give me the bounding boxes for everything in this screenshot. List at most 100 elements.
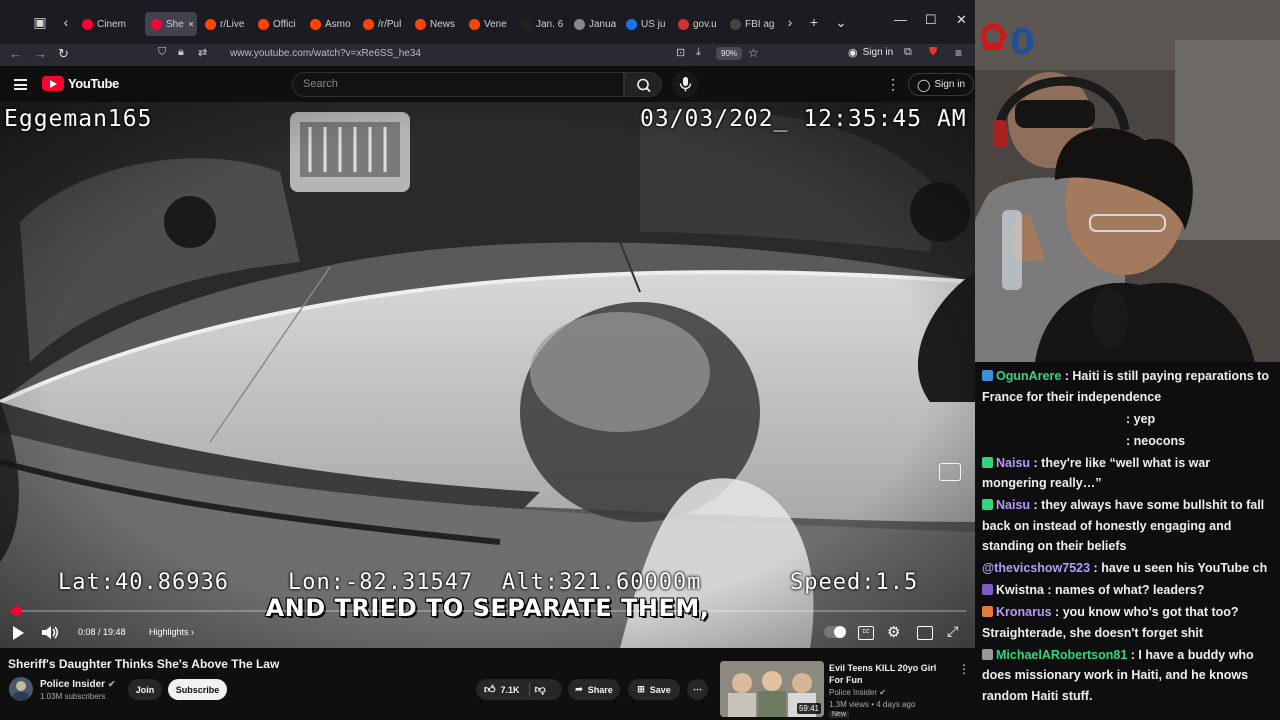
back-icon[interactable]: ← — [9, 46, 22, 61]
browser-signin-button[interactable]: ◉ Sign in — [848, 46, 893, 59]
browser-tab[interactable]: Jan. 6 — [521, 12, 569, 36]
play-icon[interactable] — [12, 626, 25, 640]
close-window-icon[interactable]: ✕ — [956, 12, 967, 28]
bookmark-star-icon[interactable]: ☆ — [748, 46, 759, 60]
captions-icon[interactable]: cc — [858, 626, 874, 640]
tab-favicon-icon — [363, 18, 374, 30]
voice-search-button[interactable] — [672, 71, 699, 98]
more-actions-icon[interactable]: ⋯ — [687, 679, 708, 700]
shield-icon[interactable]: ⛉ — [158, 46, 166, 59]
thumbs-down-icon[interactable]: 👎︎ — [535, 683, 546, 696]
scroll-tabs-left-icon[interactable]: ‹ — [56, 12, 76, 32]
lock-icon[interactable]: 🔒︎ — [178, 46, 184, 59]
browser-tab[interactable]: /r/Pul — [363, 12, 411, 36]
recommended-kebab-icon[interactable]: ⋮ — [958, 662, 970, 676]
ublock-icon[interactable]: ⛊ — [929, 46, 937, 59]
chat-username[interactable]: MichaelARobertson81 — [996, 648, 1127, 662]
subscribe-button[interactable]: Subscribe — [168, 679, 227, 700]
video-info: Sheriff's Daughter Thinks She's Above Th… — [0, 648, 975, 720]
time-total: 19:48 — [103, 627, 126, 637]
forward-icon[interactable]: → — [34, 46, 47, 61]
tab-label: gov.u — [693, 18, 717, 30]
join-button[interactable]: Join — [128, 679, 162, 700]
save-page-icon[interactable]: ⤓ — [696, 46, 701, 59]
browser-tab[interactable]: She ✕ — [145, 12, 197, 36]
tab-label: Jan. 6 — [536, 18, 564, 30]
time-display: 0:08 / 19:48 — [78, 627, 126, 637]
new-tab-icon[interactable]: + — [804, 12, 824, 32]
chat-username[interactable]: OgunArere — [996, 369, 1061, 383]
tab-list-chevron-icon[interactable]: ⌄ — [831, 12, 851, 32]
chat-separator: : — [1126, 411, 1134, 426]
tab-label: r/Live — [220, 18, 245, 30]
search-button[interactable] — [624, 72, 662, 97]
permissions-icon[interactable]: ⇄ — [198, 46, 207, 59]
channel-avatar[interactable] — [9, 677, 33, 701]
url-field[interactable]: www.youtube.com/watch?v=xRe6SS_he34 — [230, 48, 421, 59]
save-button[interactable]: ⊞ Save — [628, 679, 680, 700]
chat-username[interactable]: Kronarus — [996, 605, 1052, 619]
settings-gear-icon[interactable]: ⚙ — [887, 623, 900, 641]
volume-icon[interactable] — [42, 625, 59, 640]
zoom-level[interactable]: 90% — [716, 47, 743, 60]
chat-username[interactable]: Naisu — [996, 498, 1030, 512]
recommended-title[interactable]: Evil Teens KILL 20yo Girl For Fun — [829, 662, 953, 686]
browser-tab[interactable]: Janua — [574, 12, 622, 36]
share-button[interactable]: ➦ Share — [568, 679, 620, 700]
close-tab-icon[interactable]: ✕ — [188, 20, 195, 29]
browser-tab[interactable]: Offici — [258, 12, 306, 36]
minimize-icon[interactable]: — — [894, 12, 907, 27]
miniplayer-icon[interactable] — [939, 463, 961, 481]
user-circle-icon: ◯ — [917, 77, 931, 92]
browser-tab[interactable]: r/Live — [205, 12, 253, 36]
extensions-icon[interactable]: ⧉ — [904, 46, 912, 59]
cam-counter: 0 — [1010, 22, 1036, 63]
chapter-button[interactable]: Highlights › — [149, 627, 194, 637]
chat-separator: : — [1126, 433, 1134, 448]
menu-icon[interactable]: ≡ — [955, 46, 962, 60]
settings-kebab-icon[interactable]: ⋮ — [886, 76, 900, 93]
tab-favicon-icon — [678, 18, 689, 30]
scroll-tabs-right-icon[interactable]: › — [780, 12, 800, 32]
chat-badge-icon — [982, 456, 993, 468]
hamburger-menu-icon[interactable] — [14, 79, 27, 90]
recommended-channel-label: Police Insider — [829, 688, 878, 697]
screenshot-icon[interactable]: ⊡ — [676, 46, 685, 59]
time-separator: / — [95, 627, 104, 637]
progress-bar[interactable] — [10, 606, 966, 616]
youtube-signin-label: Sign in — [934, 79, 966, 90]
maximize-icon[interactable]: ☐ — [925, 12, 937, 28]
osd-speed: Speed:1.5 — [790, 570, 919, 595]
browser-tab[interactable]: gov.u — [678, 12, 726, 36]
browser-tab[interactable]: Vene — [469, 12, 517, 36]
osd-username: Eggeman165 — [4, 106, 153, 132]
scrubber-handle[interactable] — [11, 606, 22, 616]
browser-tab[interactable]: News — [415, 12, 463, 36]
youtube-logo[interactable]: YouTube — [42, 76, 119, 91]
video-player[interactable]: Eggeman165 03/03/202_ 12:35:45 AM Lat:40… — [0, 102, 975, 648]
youtube-signin-button[interactable]: ◯ Sign in — [908, 73, 975, 96]
fullscreen-icon[interactable]: ⤢ — [947, 623, 958, 640]
browser-tab[interactable]: US ju — [626, 12, 674, 36]
reload-icon[interactable]: ↻ — [58, 46, 69, 62]
like-button[interactable]: 👍︎ 7.1K — [484, 683, 520, 696]
chapter-chevron-icon: › — [191, 627, 195, 637]
chat-badge-icon — [982, 499, 993, 510]
bodycam-frame — [0, 102, 975, 648]
chat-message: MichaelARobertson81 : I have a buddy who… — [982, 645, 1274, 707]
browser-tab[interactable]: Cinem — [82, 12, 130, 36]
nav-bar: ← → ↻ ⛉ 🔒︎ ⇄ www.youtube.com/watch?v=xRe… — [0, 44, 975, 66]
browser-tab[interactable]: FBI ag — [730, 12, 778, 36]
tab-overview-icon[interactable]: ▣ — [30, 12, 50, 32]
autoplay-toggle[interactable] — [824, 626, 846, 638]
chat-username[interactable]: @thevicshow7523 — [982, 561, 1090, 575]
chat-username[interactable]: Kwistna — [996, 583, 1044, 597]
search-input[interactable]: Search — [292, 72, 624, 97]
channel-name[interactable]: Police Insider ✔ — [40, 679, 115, 690]
theater-mode-icon[interactable] — [917, 626, 933, 640]
browser-tab[interactable]: Asmo — [310, 12, 358, 36]
chat-username[interactable]: Naisu — [996, 456, 1030, 470]
tab-label: Janua — [589, 18, 617, 30]
recommended-thumbnail[interactable]: 59:41 — [720, 661, 824, 717]
youtube-header: YouTube Search ⋮ ◯ Sign in — [0, 66, 975, 102]
